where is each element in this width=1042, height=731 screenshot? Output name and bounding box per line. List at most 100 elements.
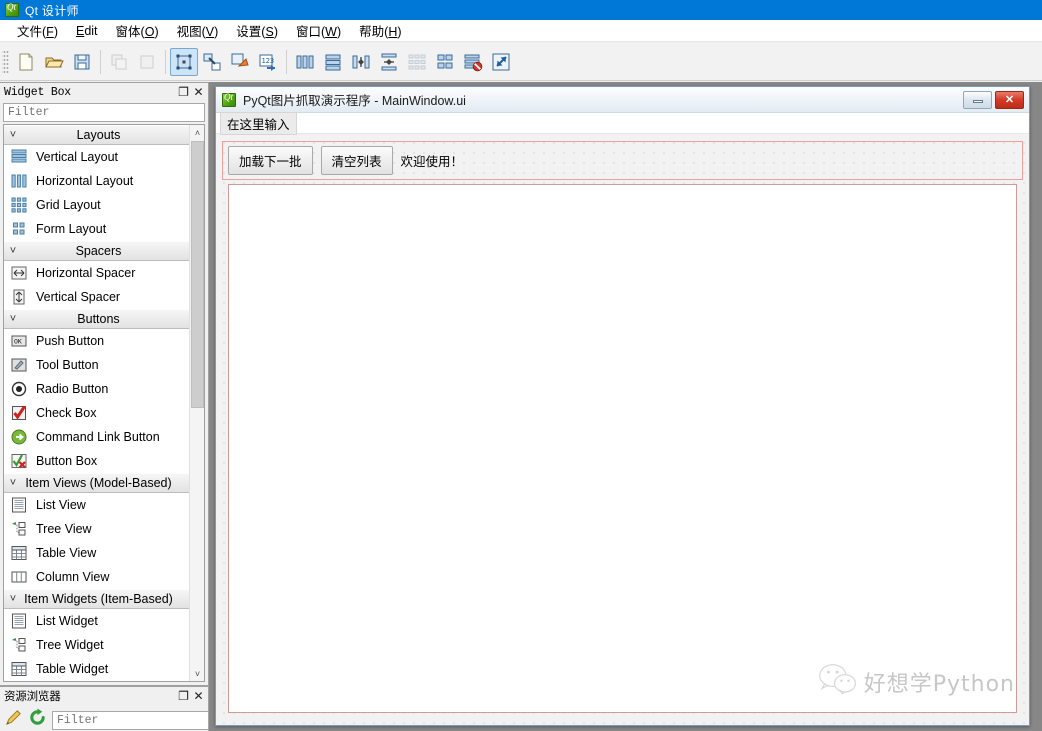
app-title: Qt 设计师 — [25, 3, 79, 18]
widget-box-close-icon[interactable]: ✕ — [191, 85, 206, 100]
layout-horizontally-icon[interactable] — [291, 48, 319, 76]
widget-item-table-view[interactable]: Table View — [4, 541, 189, 565]
menu-help[interactable]: 帮助(H) — [350, 19, 410, 42]
adjust-size-icon[interactable] — [487, 48, 515, 76]
horizontal-layout-icon — [9, 172, 29, 190]
widget-item-form-layout[interactable]: Form Layout — [4, 217, 189, 241]
widget-item-command-link-button[interactable]: Command Link Button — [4, 425, 189, 449]
scroll-up-arrow-icon[interactable]: ˄ — [190, 125, 204, 140]
widget-item-grid-layout[interactable]: Grid Layout — [4, 193, 189, 217]
open-form-icon[interactable] — [40, 48, 68, 76]
toolbar-grip[interactable] — [2, 48, 9, 75]
widget-box-scrollbar[interactable]: ˄ ˅ — [189, 125, 204, 681]
list-view-icon — [9, 496, 29, 514]
resource-browser-close-icon[interactable]: ✕ — [191, 689, 206, 704]
form-title-bar[interactable]: PyQt图片抓取演示程序 - MainWindow.ui ✕ — [216, 87, 1029, 113]
svg-text:123: 123 — [262, 57, 275, 65]
widget-box-filter-input[interactable] — [3, 103, 205, 122]
break-layout-icon[interactable] — [459, 48, 487, 76]
horizontal-spacer-icon — [9, 264, 29, 282]
pencil-edit-icon[interactable] — [4, 708, 23, 731]
widget-group-label: Buttons — [77, 312, 120, 326]
form-minimize-button[interactable] — [963, 90, 992, 109]
widget-item-label: Table Widget — [36, 662, 109, 676]
clear-list-button[interactable]: 清空列表 — [320, 146, 393, 175]
widget-item-label: Check Box — [36, 406, 97, 420]
layout-vertically-icon[interactable] — [319, 48, 347, 76]
widget-item-horizontal-spacer[interactable]: Horizontal Spacer — [4, 261, 189, 285]
layout-splitter-vertical-icon[interactable] — [375, 48, 403, 76]
button-box-icon — [9, 452, 29, 470]
widget-item-tree-view[interactable]: Tree View — [4, 517, 189, 541]
load-next-batch-button[interactable]: 加载下一批 — [228, 146, 313, 175]
widget-item-label: List Widget — [36, 614, 98, 628]
widget-item-check-box[interactable]: Check Box — [4, 401, 189, 425]
widget-item-label: Push Button — [36, 334, 105, 348]
chevron-down-icon: ˅ — [9, 129, 17, 141]
widget-item-horizontal-layout[interactable]: Horizontal Layout — [4, 169, 189, 193]
widget-item-label: Table View — [36, 546, 97, 560]
redo-icon[interactable] — [133, 48, 161, 76]
widget-group-header[interactable]: ˅ Buttons — [4, 309, 189, 329]
widget-item-list-widget[interactable]: List Widget — [4, 609, 189, 633]
save-form-icon[interactable] — [68, 48, 96, 76]
menu-view[interactable]: 视图(V) — [168, 19, 228, 42]
widget-item-vertical-spacer[interactable]: Vertical Spacer — [4, 285, 189, 309]
edit-tab-order-icon[interactable]: 123 — [254, 48, 282, 76]
layout-splitter-horizontal-icon[interactable] — [347, 48, 375, 76]
widget-item-tree-widget[interactable]: Tree Widget — [4, 633, 189, 657]
form-close-button[interactable]: ✕ — [995, 90, 1024, 109]
menu-file[interactable]: 文件(F) — [8, 19, 67, 42]
edit-buddies-icon[interactable] — [226, 48, 254, 76]
resource-browser-title: 资源浏览器 — [4, 691, 61, 704]
menu-form[interactable]: 窗体(O) — [107, 19, 168, 42]
widget-box-title-bar: Widget Box ❐ ✕ — [0, 83, 208, 101]
widget-item-tool-button[interactable]: Tool Button — [4, 353, 189, 377]
widget-item-table-widget[interactable]: Table Widget — [4, 657, 189, 681]
widget-item-vertical-layout[interactable]: Vertical Layout — [4, 145, 189, 169]
resource-browser-undock-icon[interactable]: ❐ — [176, 689, 191, 704]
form-menu-placeholder[interactable]: 在这里输入 — [220, 111, 297, 135]
widget-group-header[interactable]: ˅ Spacers — [4, 241, 189, 261]
widget-group-header[interactable]: ˅ Item Views (Model-Based) — [4, 473, 189, 493]
widget-group-header[interactable]: ˅ Item Widgets (Item-Based) — [4, 589, 189, 609]
scrollbar-thumb[interactable] — [191, 141, 204, 408]
menu-window[interactable]: 窗口(W) — [287, 19, 350, 42]
check-box-icon — [9, 404, 29, 422]
widget-item-button-box[interactable]: Button Box — [4, 449, 189, 473]
column-view-icon — [9, 568, 29, 586]
reload-refresh-icon[interactable] — [28, 708, 47, 731]
layout-in-form-icon[interactable] — [403, 48, 431, 76]
form-menu-bar[interactable]: 在这里输入 — [216, 111, 1029, 135]
layout-grid-icon[interactable] — [431, 48, 459, 76]
toolbar-separator — [165, 49, 166, 74]
widget-item-label: Vertical Layout — [36, 150, 118, 164]
widget-item-column-view[interactable]: Column View — [4, 565, 189, 589]
scroll-down-arrow-icon[interactable]: ˅ — [190, 666, 204, 681]
widget-group-label: Item Views (Model-Based) — [25, 476, 172, 490]
widget-item-label: Tree Widget — [36, 638, 104, 652]
main-toolbar: 123 — [0, 43, 1042, 81]
undo-icon[interactable] — [105, 48, 133, 76]
edit-widgets-icon[interactable] — [170, 47, 198, 76]
widget-item-label: Column View — [36, 570, 110, 584]
image-list-widget[interactable] — [228, 184, 1017, 713]
grid-layout-icon — [9, 196, 29, 214]
widget-item-push-button[interactable]: OK Push Button — [4, 329, 189, 353]
widget-box-undock-icon[interactable]: ❐ — [176, 85, 191, 100]
widget-group-header[interactable]: ˅ Layouts — [4, 125, 189, 145]
tree-view-icon — [9, 520, 29, 538]
menu-edit[interactable]: Edit — [67, 22, 107, 40]
menu-settings[interactable]: 设置(S) — [227, 19, 287, 42]
widget-item-radio-button[interactable]: Radio Button — [4, 377, 189, 401]
widget-box-filter-wrap — [0, 101, 208, 125]
top-horizontal-layout[interactable]: 加载下一批 清空列表 欢迎使用！ — [222, 141, 1023, 180]
widget-item-list-view[interactable]: List View — [4, 493, 189, 517]
widget-item-label: Tree View — [36, 522, 92, 536]
widget-item-label: Form Layout — [36, 222, 107, 236]
edit-signals-slots-icon[interactable] — [198, 48, 226, 76]
chevron-down-icon: ˅ — [9, 245, 17, 257]
resource-browser-filter-input[interactable] — [52, 710, 209, 730]
resource-browser-title-bar: 资源浏览器 ❐ ✕ — [0, 687, 208, 705]
new-form-icon[interactable] — [12, 48, 40, 76]
